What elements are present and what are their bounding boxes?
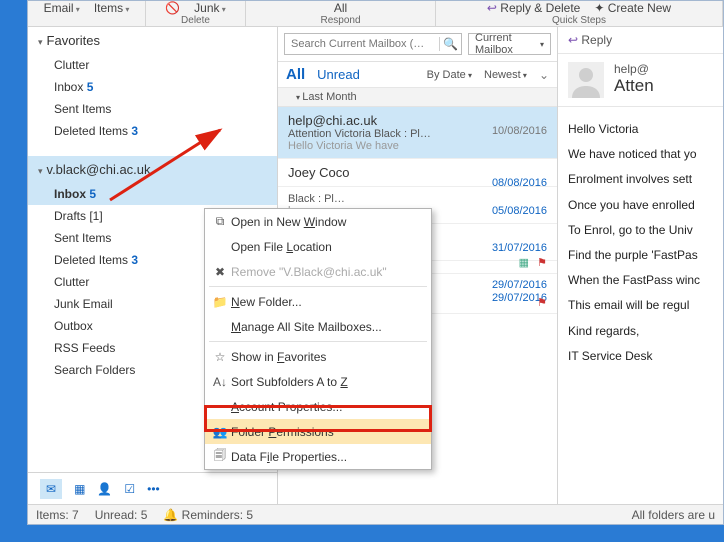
mail-icon[interactable]: ✉	[40, 479, 62, 499]
search-icon[interactable]: 🔍	[439, 37, 461, 51]
search-input[interactable]	[285, 38, 439, 50]
ribbon-btn-items[interactable]: Items	[94, 1, 130, 15]
favorites-folder[interactable]: Clutter	[28, 54, 277, 76]
context-menu-item[interactable]: 📁New Folder...	[205, 289, 431, 314]
calendar-icon[interactable]: ▦	[74, 482, 85, 496]
message-item[interactable]: Joey Coco08/08/2016	[278, 159, 557, 187]
reply-button[interactable]: Reply	[568, 33, 612, 47]
message-item[interactable]: help@chi.ac.ukAttention Victoria Black :…	[278, 107, 557, 159]
status-reminders: 🔔 Reminders: 5	[163, 508, 253, 522]
ribbon-btn-junk[interactable]: Junk	[194, 1, 226, 15]
ribbon-btn-email[interactable]: Email	[44, 1, 80, 15]
context-menu-item[interactable]: ☆Show in Favorites	[205, 344, 431, 369]
status-bar: Items: 7 Unread: 5 🔔 Reminders: 5 All fo…	[28, 504, 723, 524]
ribbon-group-new: Email Items	[28, 1, 146, 26]
more-icon[interactable]: •••	[147, 482, 160, 496]
ribbon-group-delete: 🚫Junk Delete	[146, 1, 246, 26]
reading-from: help@	[614, 62, 654, 76]
account-header[interactable]: v.black@chi.ac.uk	[28, 156, 277, 183]
search-bar: 🔍 Current Mailbox	[278, 27, 557, 62]
people-icon[interactable]: 👤	[97, 482, 112, 496]
search-scope[interactable]: Current Mailbox	[468, 33, 551, 55]
context-menu-item: ✖Remove "V.Black@chi.ac.uk"	[205, 259, 431, 284]
favorites-folder[interactable]: Sent Items	[28, 98, 277, 120]
sort-order[interactable]: Newest	[484, 69, 527, 81]
context-menu: ⧉Open in New WindowOpen File Location✖Re…	[204, 208, 432, 470]
ribbon-btn-create-new[interactable]: ✦ Create New	[594, 1, 671, 15]
account-folder[interactable]: Inbox 5	[28, 183, 277, 205]
nav-switcher: ✉ ▦ 👤 ☑ •••	[28, 472, 277, 504]
ribbon-group-quicksteps: ↩ Reply & Delete ✦ Create New Quick Step…	[436, 1, 723, 26]
filter-all[interactable]: All	[286, 66, 305, 83]
chevron-down-icon[interactable]: ⌄	[539, 68, 549, 82]
ribbon: Email Items 🚫Junk Delete All Respond ↩ R…	[28, 1, 723, 27]
context-menu-item[interactable]: ⧉Open in New Window	[205, 209, 431, 234]
ribbon-btn-all[interactable]: All	[334, 1, 347, 15]
reading-subject: Atten	[614, 76, 654, 96]
status-unread: Unread: 5	[95, 508, 148, 522]
tasks-icon[interactable]: ☑	[124, 482, 135, 496]
ribbon-group-respond: All Respond	[246, 1, 436, 26]
status-items: Items: 7	[36, 508, 79, 522]
status-sync: All folders are u	[632, 508, 715, 522]
context-menu-item[interactable]: Account Properties...	[205, 394, 431, 419]
avatar	[568, 62, 604, 98]
context-menu-item[interactable]: Manage All Site Mailboxes...	[205, 314, 431, 339]
favorites-header[interactable]: Favorites	[28, 27, 277, 54]
favorites-folder[interactable]: Inbox 5	[28, 76, 277, 98]
context-menu-item[interactable]: Open File Location	[205, 234, 431, 259]
ribbon-btn-reply-delete[interactable]: ↩ Reply & Delete	[487, 1, 580, 15]
context-menu-item[interactable]: 👥Folder Permissions	[205, 419, 431, 444]
favorites-folder[interactable]: Deleted Items 3	[28, 120, 277, 142]
context-menu-item[interactable]: 🗐Data File Properties...	[205, 444, 431, 469]
date-group-header[interactable]: Last Month	[278, 88, 557, 107]
filter-unread[interactable]: Unread	[317, 67, 360, 82]
reading-body: Hello VictoriaWe have noticed that yoEnr…	[558, 107, 723, 379]
context-menu-item[interactable]: A↓Sort Subfolders A to Z	[205, 369, 431, 394]
sort-by[interactable]: By Date	[427, 69, 472, 81]
junk-icon: 🚫	[165, 1, 180, 15]
reading-pane: Reply help@ Atten Hello VictoriaWe have …	[558, 27, 723, 504]
